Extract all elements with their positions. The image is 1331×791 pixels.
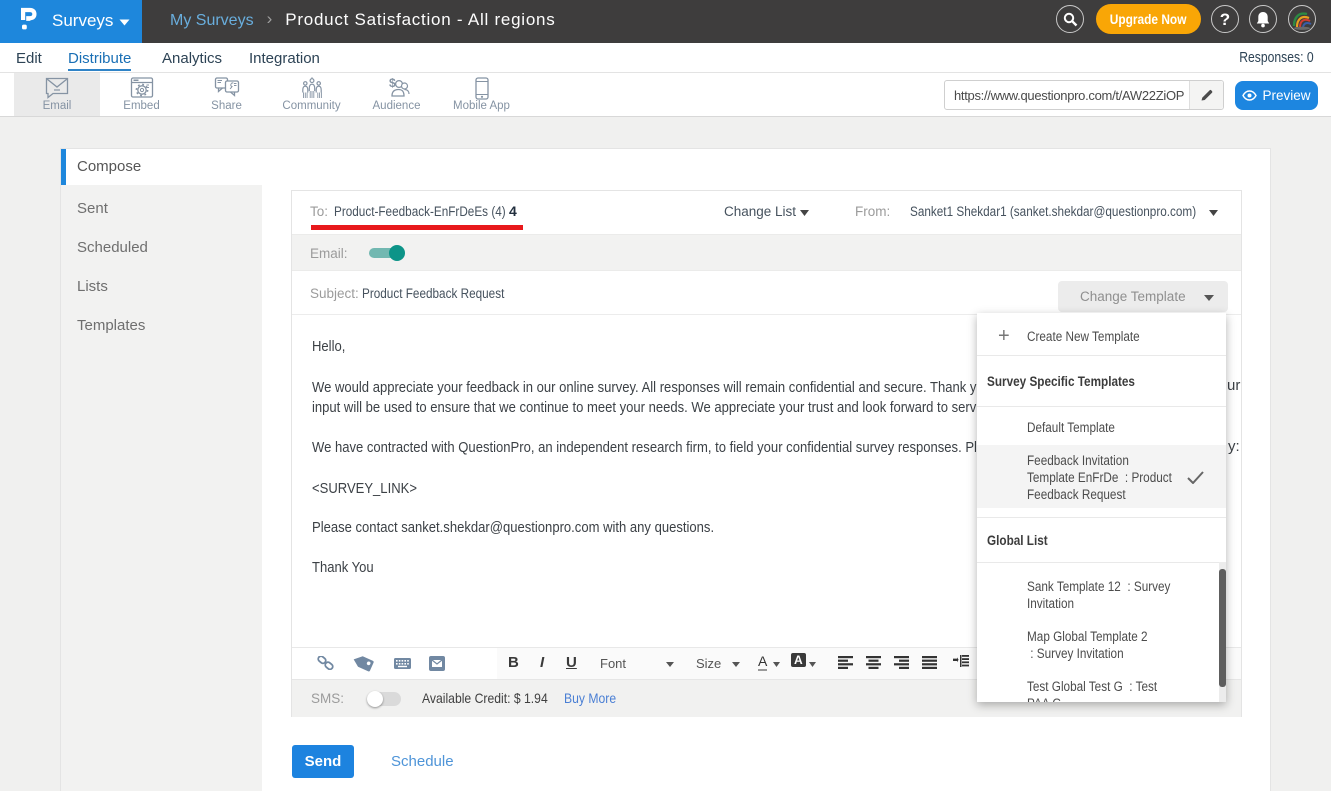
svg-text:$: $ <box>389 77 396 90</box>
